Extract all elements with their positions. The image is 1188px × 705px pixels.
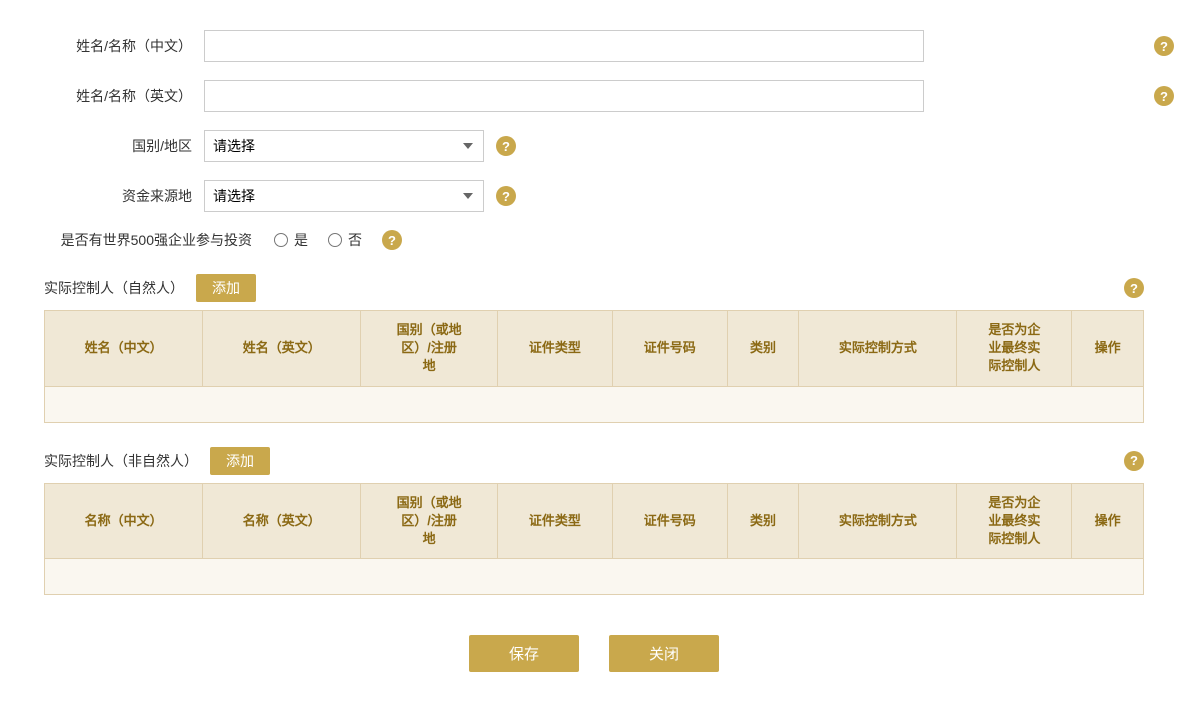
- natural-person-title: 实际控制人（自然人）: [44, 278, 184, 298]
- non-natural-person-table-body: [45, 559, 1144, 595]
- name-en-help-icon[interactable]: ?: [1154, 86, 1174, 106]
- natural-person-table-wrapper: 姓名（中文） 姓名（英文） 国别（或地区）/注册地 证件类型 证件号码 类别 实…: [44, 310, 1144, 423]
- fortune500-yes-label: 是: [294, 230, 308, 250]
- natural-person-table-head: 姓名（中文） 姓名（英文） 国别（或地区）/注册地 证件类型 证件号码 类别 实…: [45, 311, 1144, 387]
- natural-person-empty-row: [45, 386, 1144, 422]
- natural-person-col-name-zh: 姓名（中文）: [45, 311, 203, 387]
- name-en-row: 姓名/名称（英文） ?: [44, 80, 1144, 112]
- fortune500-no-option[interactable]: 否: [328, 230, 362, 250]
- non-natural-person-col-control-mode: 实际控制方式: [799, 483, 957, 559]
- non-natural-person-empty-row: [45, 559, 1144, 595]
- close-button[interactable]: 关闭: [609, 635, 719, 672]
- non-natural-person-empty-cell: [45, 559, 1144, 595]
- non-natural-person-col-name-en: 名称（英文）: [203, 483, 361, 559]
- non-natural-person-table-head: 名称（中文） 名称（英文） 国别（或地区）/注册地 证件类型 证件号码 类别 实…: [45, 483, 1144, 559]
- non-natural-person-table: 名称（中文） 名称（英文） 国别（或地区）/注册地 证件类型 证件号码 类别 实…: [44, 483, 1144, 596]
- country-help-icon[interactable]: ?: [496, 136, 516, 156]
- natural-person-col-action: 操作: [1072, 311, 1144, 387]
- non-natural-person-col-action: 操作: [1072, 483, 1144, 559]
- natural-person-header-row: 姓名（中文） 姓名（英文） 国别（或地区）/注册地 证件类型 证件号码 类别 实…: [45, 311, 1144, 387]
- non-natural-person-col-country: 国别（或地区）/注册地: [361, 483, 498, 559]
- natural-person-help-icon[interactable]: ?: [1124, 278, 1144, 298]
- fortune500-yes-radio[interactable]: [274, 233, 288, 247]
- name-zh-label: 姓名/名称（中文）: [44, 36, 204, 56]
- fortune500-help-icon[interactable]: ?: [382, 230, 402, 250]
- fortune500-no-radio[interactable]: [328, 233, 342, 247]
- action-buttons: 保存 关闭: [44, 635, 1144, 672]
- non-natural-person-help-icon[interactable]: ?: [1124, 451, 1144, 471]
- non-natural-person-col-cert-type: 证件类型: [497, 483, 612, 559]
- name-zh-row: 姓名/名称（中文） ?: [44, 30, 1144, 62]
- fortune500-label: 是否有世界500强企业参与投资: [44, 230, 264, 250]
- fund-source-help-icon[interactable]: ?: [496, 186, 516, 206]
- natural-person-col-is-final: 是否为企业最终实际控制人: [957, 311, 1072, 387]
- fund-source-row: 资金来源地 请选择 ?: [44, 180, 1144, 212]
- natural-person-col-control-mode: 实际控制方式: [799, 311, 957, 387]
- name-zh-input[interactable]: [204, 30, 924, 62]
- country-row: 国别/地区 请选择 ?: [44, 130, 1144, 162]
- non-natural-person-title: 实际控制人（非自然人）: [44, 451, 198, 471]
- natural-person-col-name-en: 姓名（英文）: [203, 311, 361, 387]
- non-natural-person-table-wrapper: 名称（中文） 名称（英文） 国别（或地区）/注册地 证件类型 证件号码 类别 实…: [44, 483, 1144, 596]
- natural-person-col-cert-type: 证件类型: [497, 311, 612, 387]
- natural-person-section-header: 实际控制人（自然人） 添加 ?: [44, 274, 1144, 302]
- natural-person-table: 姓名（中文） 姓名（英文） 国别（或地区）/注册地 证件类型 证件号码 类别 实…: [44, 310, 1144, 423]
- name-en-input[interactable]: [204, 80, 924, 112]
- fortune500-no-label: 否: [348, 230, 362, 250]
- natural-person-col-cert-no: 证件号码: [612, 311, 727, 387]
- fortune500-radio-group: 是 否: [274, 230, 362, 250]
- form-container: 姓名/名称（中文） ? 姓名/名称（英文） ? 国别/地区 请选择 ? 资金来源…: [44, 30, 1144, 672]
- natural-person-col-country: 国别（或地区）/注册地: [361, 311, 498, 387]
- name-zh-help-icon[interactable]: ?: [1154, 36, 1174, 56]
- fund-source-select[interactable]: 请选择: [204, 180, 484, 212]
- non-natural-person-col-name-zh: 名称（中文）: [45, 483, 203, 559]
- natural-person-add-btn[interactable]: 添加: [196, 274, 256, 302]
- non-natural-person-add-btn[interactable]: 添加: [210, 447, 270, 475]
- natural-person-empty-cell: [45, 386, 1144, 422]
- non-natural-person-col-is-final: 是否为企业最终实际控制人: [957, 483, 1072, 559]
- non-natural-person-header-row: 名称（中文） 名称（英文） 国别（或地区）/注册地 证件类型 证件号码 类别 实…: [45, 483, 1144, 559]
- natural-person-table-body: [45, 386, 1144, 422]
- natural-person-col-category: 类别: [727, 311, 799, 387]
- save-button[interactable]: 保存: [469, 635, 579, 672]
- fortune500-yes-option[interactable]: 是: [274, 230, 308, 250]
- non-natural-person-col-cert-no: 证件号码: [612, 483, 727, 559]
- country-select[interactable]: 请选择: [204, 130, 484, 162]
- country-label: 国别/地区: [44, 136, 204, 156]
- name-en-label: 姓名/名称（英文）: [44, 86, 204, 106]
- non-natural-person-section-header: 实际控制人（非自然人） 添加 ?: [44, 447, 1144, 475]
- non-natural-person-col-category: 类别: [727, 483, 799, 559]
- fund-source-label: 资金来源地: [44, 186, 204, 206]
- fortune500-row: 是否有世界500强企业参与投资 是 否 ?: [44, 230, 1144, 250]
